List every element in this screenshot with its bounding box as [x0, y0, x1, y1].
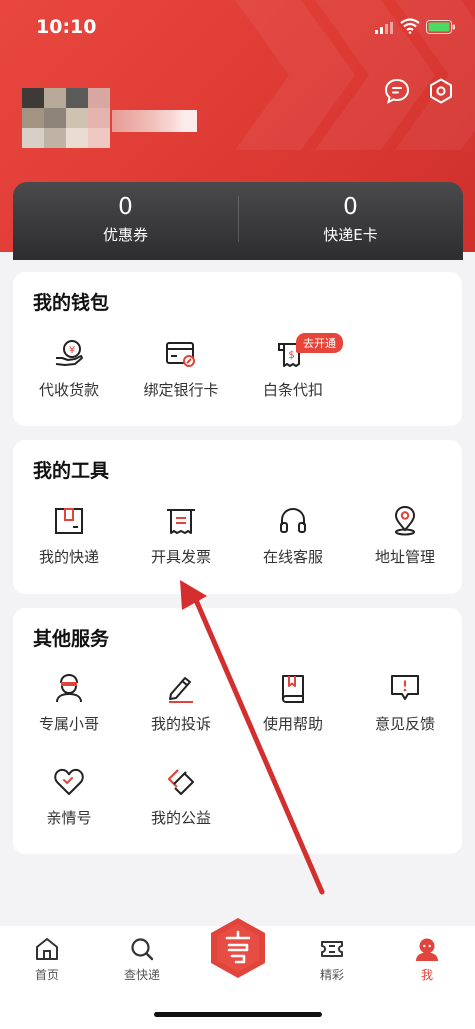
cellular-signal-icon [375, 22, 393, 34]
service-item-label: 使用帮助 [262, 715, 323, 733]
status-time: 10:10 [36, 16, 97, 38]
service-item-charity[interactable]: 我的公益 [125, 766, 237, 830]
wallet-item-label: 代收货款 [38, 381, 99, 399]
express-card-label: 快递E卡 [323, 226, 378, 244]
express-card-stat[interactable]: 0 快递E卡 [238, 182, 463, 260]
svg-text:$: $ [288, 350, 294, 361]
tab-track-express[interactable]: 查快递 [107, 936, 177, 983]
charity-icon [167, 769, 194, 795]
send-package-logo-icon[interactable] [208, 916, 268, 980]
service-item-complaint[interactable]: 我的投诉 [125, 672, 237, 736]
tool-item-online-service[interactable]: 在线客服 [237, 505, 349, 569]
stats-panel: 0 优惠券 0 快递E卡 [13, 182, 463, 260]
profile-icon [416, 938, 438, 961]
search-icon [131, 938, 154, 961]
location-pin-icon [394, 505, 416, 536]
battery-icon [426, 20, 455, 34]
tool-item-label: 我的快递 [38, 548, 99, 566]
service-item-label: 亲情号 [46, 809, 92, 827]
courier-person-icon [56, 673, 82, 703]
service-item-label: 意见反馈 [374, 715, 435, 733]
tab-highlights[interactable]: 精彩 [297, 936, 367, 983]
edit-pen-icon [169, 677, 193, 703]
help-book-icon [282, 675, 304, 703]
service-item-label: 我的投诉 [150, 715, 211, 733]
coupons-count: 0 [118, 194, 133, 220]
service-item-label: 我的公益 [150, 809, 211, 827]
coupons-label: 优惠券 [102, 226, 148, 244]
service-item-feedback[interactable]: 意见反馈 [349, 672, 461, 736]
service-item-family-number[interactable]: 亲情号 [13, 766, 125, 830]
headset-icon [280, 507, 306, 533]
package-box-icon [55, 508, 83, 534]
tab-label: 我 [420, 968, 433, 982]
tool-item-issue-invoice[interactable]: 开具发票 [125, 505, 237, 569]
services-title: 其他服务 [33, 628, 110, 650]
tab-home[interactable]: 首页 [12, 936, 82, 983]
feedback-bubble-icon [391, 675, 419, 700]
service-item-help[interactable]: 使用帮助 [237, 672, 349, 736]
home-icon [36, 938, 58, 960]
wallet-title: 我的钱包 [33, 292, 110, 314]
heart-icon [54, 768, 84, 795]
service-item-label: 专属小哥 [38, 715, 99, 733]
settings-gear-icon[interactable] [428, 78, 454, 104]
svg-text:¥: ¥ [69, 345, 75, 356]
tool-item-label: 开具发票 [150, 548, 211, 566]
wallet-item-label: 白条代扣 [262, 381, 323, 399]
invoice-printer-icon [167, 509, 195, 534]
status-bar: 10:10 [0, 0, 475, 56]
wifi-icon [400, 18, 420, 34]
tool-item-address-manage[interactable]: 地址管理 [349, 505, 461, 569]
express-card-count: 0 [343, 194, 358, 220]
cash-on-delivery-icon: ¥ [55, 340, 83, 366]
message-icon[interactable] [384, 78, 410, 104]
activate-badge[interactable]: 去开通 [296, 333, 343, 353]
tool-item-label: 地址管理 [374, 548, 435, 566]
tab-label: 查快递 [123, 968, 160, 982]
service-item-courier[interactable]: 专属小哥 [13, 672, 125, 736]
tool-item-my-express[interactable]: 我的快递 [13, 505, 125, 569]
tab-label: 首页 [34, 968, 59, 982]
tab-label: 精彩 [319, 968, 344, 982]
tool-item-label: 在线客服 [262, 548, 323, 566]
tools-title: 我的工具 [33, 460, 110, 482]
avatar[interactable] [22, 88, 110, 148]
wallet-item-label: 绑定银行卡 [143, 381, 219, 399]
wallet-item-bind-card[interactable]: 绑定银行卡 [125, 338, 237, 402]
tab-me[interactable]: 我 [392, 936, 462, 983]
username-redacted [112, 110, 197, 132]
wallet-item-cod[interactable]: ¥ 代收货款 [13, 338, 125, 402]
coupons-stat[interactable]: 0 优惠券 [13, 182, 238, 260]
ticket-icon [321, 941, 343, 957]
home-indicator [154, 1012, 322, 1017]
bank-card-link-icon [166, 342, 195, 367]
